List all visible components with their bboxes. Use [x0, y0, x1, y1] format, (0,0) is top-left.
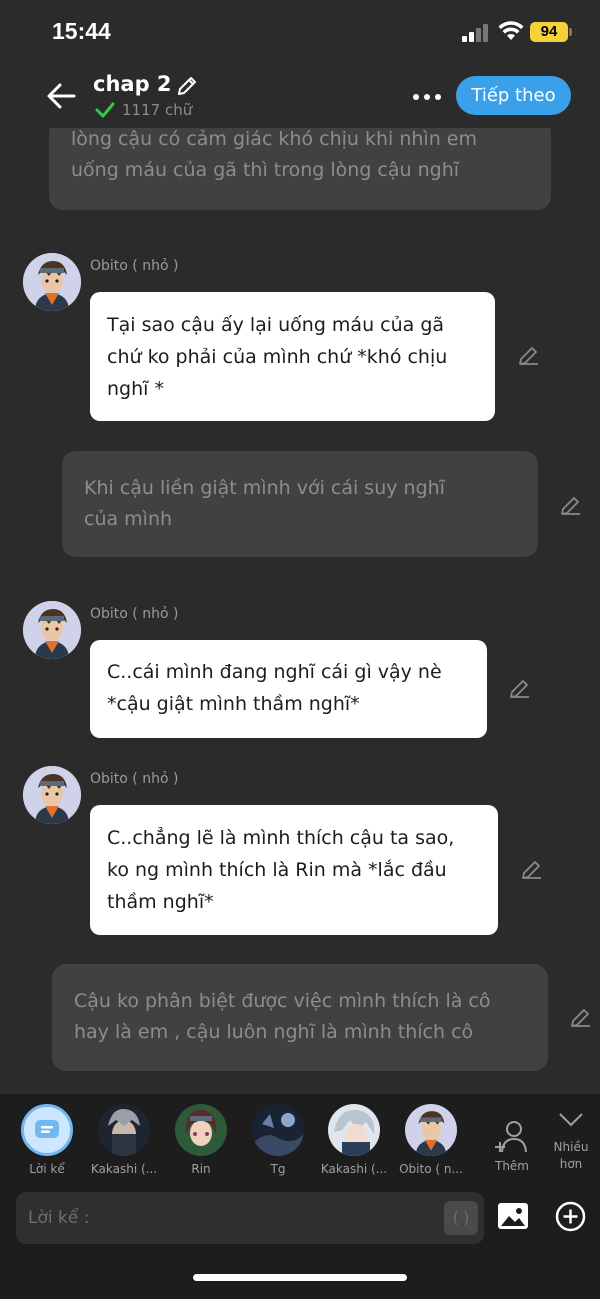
obito-avatar-image: [405, 1104, 457, 1156]
character-option[interactable]: Kakashi (...: [88, 1104, 160, 1176]
wifi-icon: [498, 21, 524, 40]
character-label: Tg: [270, 1162, 286, 1176]
battery-indicator: 94: [530, 22, 572, 42]
kakashi-avatar-image: [98, 1104, 150, 1156]
edit-pencil-icon[interactable]: [569, 1006, 593, 1030]
character-label: Lời kể: [29, 1162, 65, 1176]
kakashi-avatar-image: [328, 1104, 380, 1156]
edit-pencil-icon[interactable]: [517, 344, 541, 368]
character-option[interactable]: Rin: [165, 1104, 237, 1176]
character-option[interactable]: Kakashi (...: [318, 1104, 390, 1176]
chevron-down-icon: [559, 1113, 583, 1127]
character-label: Kakashi (...: [320, 1162, 388, 1176]
message-input-box: ( ): [16, 1192, 484, 1244]
character-label: Kakashi (...: [90, 1162, 158, 1176]
composer-panel: Lời kể Kakashi (... Rin Tg Kakashi (...: [0, 1094, 600, 1299]
narration-block[interactable]: Khi cậu liền giật mình với cái suy nghĩ …: [62, 451, 538, 557]
add-plus-icon[interactable]: [555, 1201, 586, 1232]
next-button[interactable]: Tiếp theo: [456, 76, 571, 115]
character-option[interactable]: Obito ( n...: [395, 1104, 467, 1176]
add-character-button[interactable]: Thêm: [490, 1118, 534, 1173]
narrator-chat-icon: [21, 1104, 73, 1156]
word-count-row: 1117 chữ: [95, 100, 192, 120]
dialogue-bubble[interactable]: C..cái mình đang nghĩ cái gì vậy nè *cậu…: [90, 640, 487, 738]
obito-avatar-image: [23, 601, 81, 659]
edit-title-pencil-icon[interactable]: [175, 74, 199, 98]
home-indicator: [193, 1274, 407, 1281]
tg-avatar-image: [252, 1104, 304, 1156]
character-option-narrator[interactable]: Lời kể: [11, 1104, 83, 1176]
avatar: [23, 601, 81, 659]
status-time: 15:44: [52, 18, 111, 44]
story-chat: lòng cậu có cảm giác khó chịu khi nhìn e…: [0, 128, 600, 1094]
character-name: Obito ( nhỏ ): [90, 771, 179, 787]
dialogue-bubble[interactable]: C..chẳng lẽ là mình thích cậu ta sao, ko…: [90, 805, 498, 935]
character-name: Obito ( nhỏ ): [90, 606, 179, 622]
dialogue-text: C..cái mình đang nghĩ cái gì vậy nè *cậu…: [107, 661, 442, 715]
edit-pencil-icon[interactable]: [508, 677, 532, 701]
editor-header: chap 2 1117 chữ Tiếp theo: [0, 64, 600, 128]
narration-text: lòng cậu có cảm giác khó chịu khi nhìn e…: [71, 128, 477, 181]
narration-text: Khi cậu liền giật mình với cái suy nghĩ …: [84, 477, 445, 530]
avatar: [23, 766, 81, 824]
character-selector: Lời kể Kakashi (... Rin Tg Kakashi (...: [0, 1104, 600, 1184]
status-bar: 15:44 94: [0, 0, 600, 64]
add-label: Thêm: [494, 1159, 529, 1173]
dialogue-text: C..chẳng lẽ là mình thích cậu ta sao, ko…: [107, 827, 455, 913]
obito-avatar-image: [23, 766, 81, 824]
action-parentheses-button[interactable]: ( ): [444, 1201, 478, 1235]
check-icon: [95, 102, 115, 118]
edit-pencil-icon[interactable]: [520, 858, 544, 882]
narration-block[interactable]: Cậu ko phân biệt được việc mình thích là…: [52, 964, 548, 1071]
avatar: [23, 253, 81, 311]
more-label: Nhiều hơn: [553, 1140, 589, 1171]
obito-avatar-image: [23, 253, 81, 311]
character-label: Rin: [191, 1162, 211, 1176]
image-icon[interactable]: [497, 1202, 529, 1230]
back-arrow-icon[interactable]: [44, 80, 78, 112]
character-label: Obito ( n...: [399, 1162, 463, 1176]
chapter-title[interactable]: chap 2: [93, 72, 172, 96]
character-option[interactable]: Tg: [242, 1104, 314, 1176]
rin-avatar-image: [175, 1104, 227, 1156]
add-person-icon: [495, 1121, 527, 1153]
character-name: Obito ( nhỏ ): [90, 258, 179, 274]
more-options-icon[interactable]: [410, 82, 446, 110]
edit-pencil-icon[interactable]: [559, 494, 583, 518]
more-characters-button[interactable]: Nhiều hơn: [548, 1108, 594, 1173]
word-count: 1117 chữ: [122, 101, 193, 119]
narration-block[interactable]: lòng cậu có cảm giác khó chịu khi nhìn e…: [49, 128, 551, 210]
signal-icon: [462, 24, 490, 42]
message-input[interactable]: [28, 1192, 448, 1244]
dialogue-bubble[interactable]: Tại sao cậu ấy lại uống máu của gã chứ k…: [90, 292, 495, 421]
narration-text: Cậu ko phân biệt được việc mình thích là…: [74, 990, 491, 1043]
dialogue-text: Tại sao cậu ấy lại uống máu của gã chứ k…: [107, 314, 448, 400]
